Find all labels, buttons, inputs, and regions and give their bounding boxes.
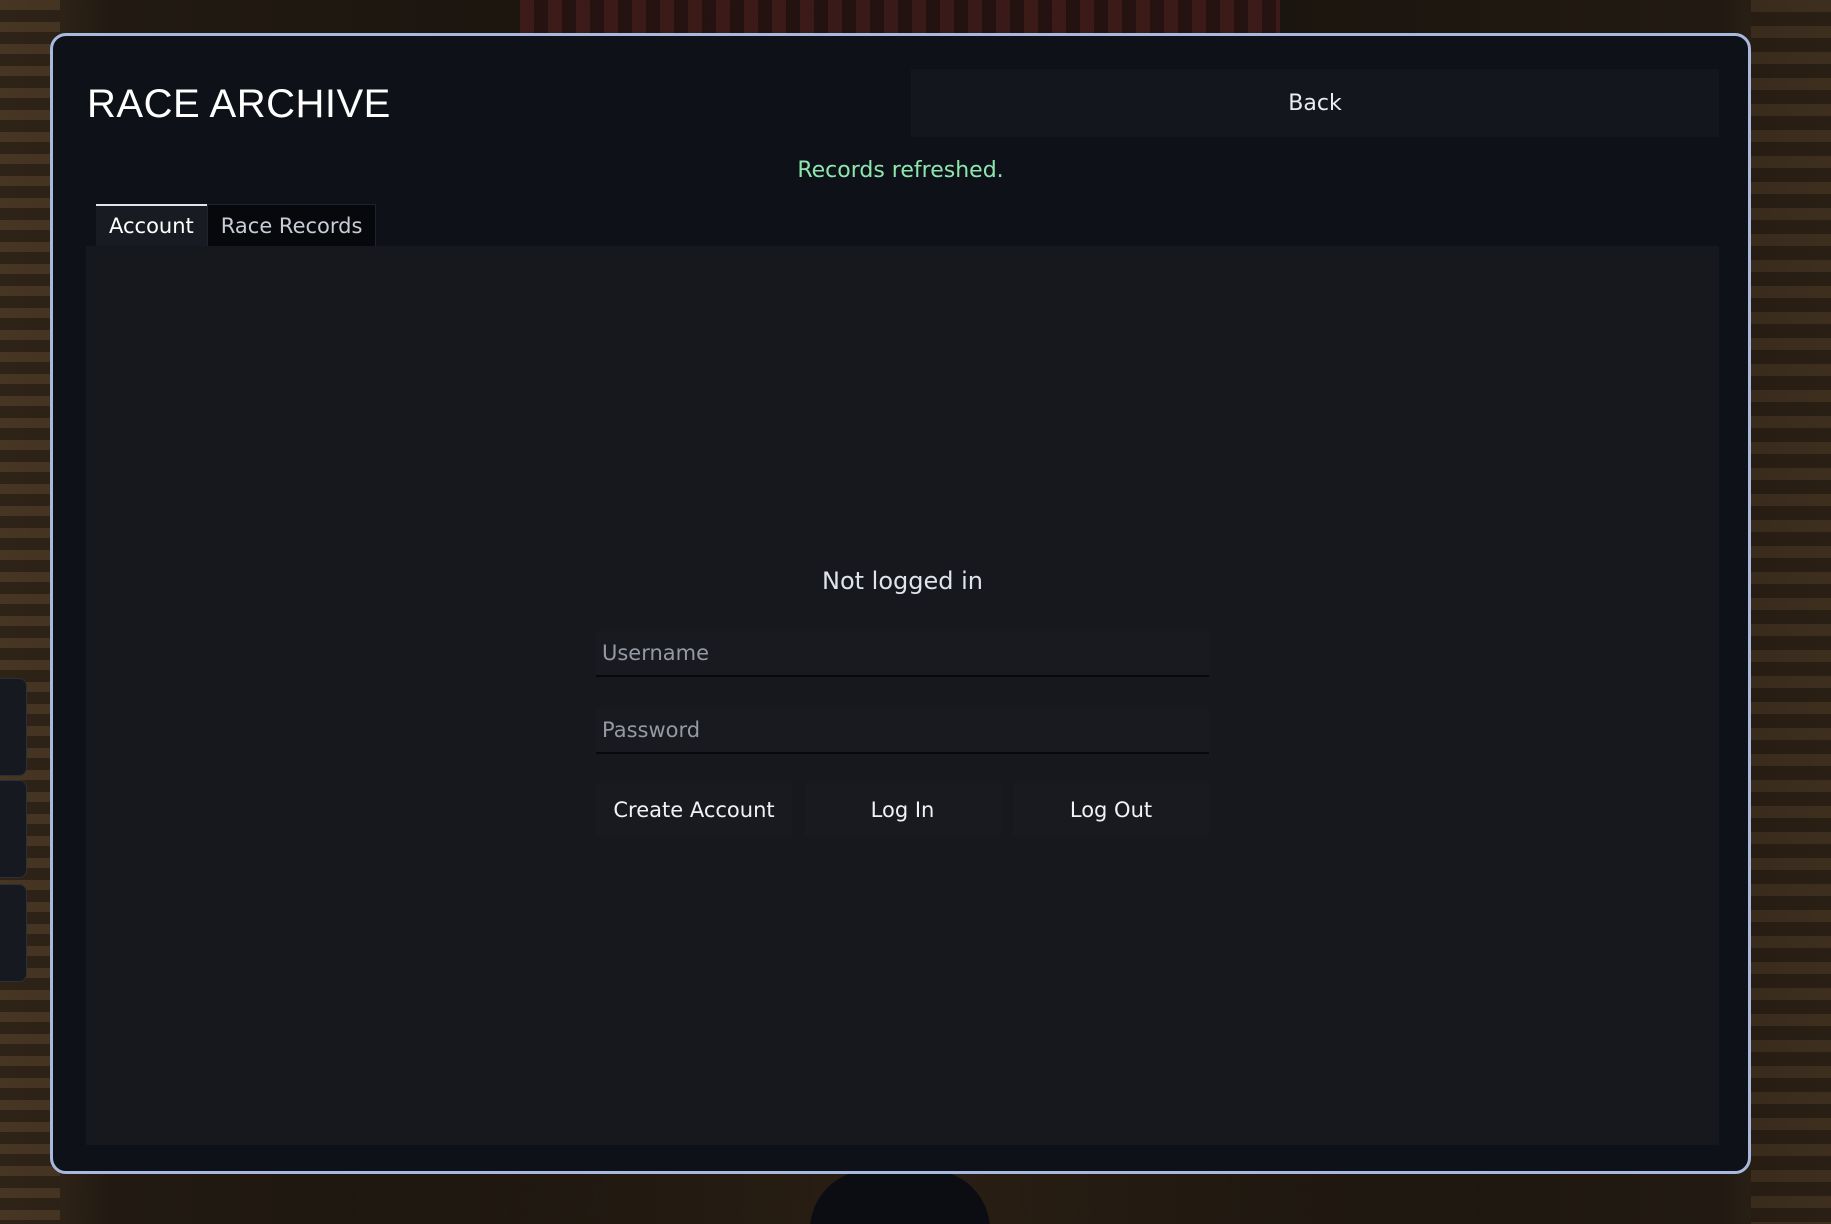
password-input[interactable] [596, 708, 1209, 754]
log-out-button[interactable]: Log Out [1013, 783, 1209, 837]
side-hud-tab-2 [0, 780, 27, 878]
tab-account[interactable]: Account [96, 204, 207, 246]
panel-title: RACE ARCHIVE [87, 82, 391, 126]
username-input[interactable] [596, 631, 1209, 677]
tab-race-records[interactable]: Race Records [206, 204, 377, 246]
tab-bar: Account Race Records [96, 204, 377, 246]
log-in-button[interactable]: Log In [804, 783, 1001, 837]
background-scenery-top [520, 0, 1280, 34]
race-archive-panel: RACE ARCHIVE Back Records refreshed. Acc… [50, 33, 1751, 1174]
background-character-silhouette [810, 1170, 990, 1224]
account-actions: Create Account Log In Log Out [596, 783, 1209, 837]
side-hud-tab-3 [0, 884, 27, 982]
side-hud-tab-1 [0, 678, 27, 776]
status-message: Records refreshed. [797, 158, 1004, 183]
account-tab-content: Not logged in Create Account Log In Log … [86, 246, 1719, 1145]
back-button[interactable]: Back [911, 69, 1719, 137]
background-scenery-right [1751, 0, 1831, 1224]
create-account-button[interactable]: Create Account [596, 783, 792, 837]
login-status-heading: Not logged in [821, 567, 983, 595]
